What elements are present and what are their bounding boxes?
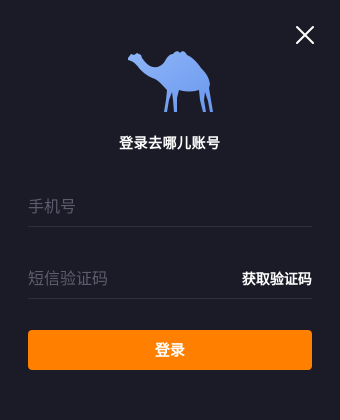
sms-code-input[interactable] <box>28 259 228 297</box>
close-icon[interactable] <box>294 24 316 46</box>
get-code-button[interactable]: 获取验证码 <box>242 269 312 289</box>
login-button[interactable]: 登录 <box>28 330 312 370</box>
camel-logo-icon <box>128 51 213 112</box>
login-dialog: 登录去哪儿账号 获取验证码 登录 <box>0 0 340 420</box>
sms-code-field: 获取验证码 <box>28 259 312 299</box>
phone-field <box>28 187 312 227</box>
dialog-title: 登录去哪儿账号 <box>119 136 221 152</box>
phone-input[interactable] <box>28 187 228 225</box>
